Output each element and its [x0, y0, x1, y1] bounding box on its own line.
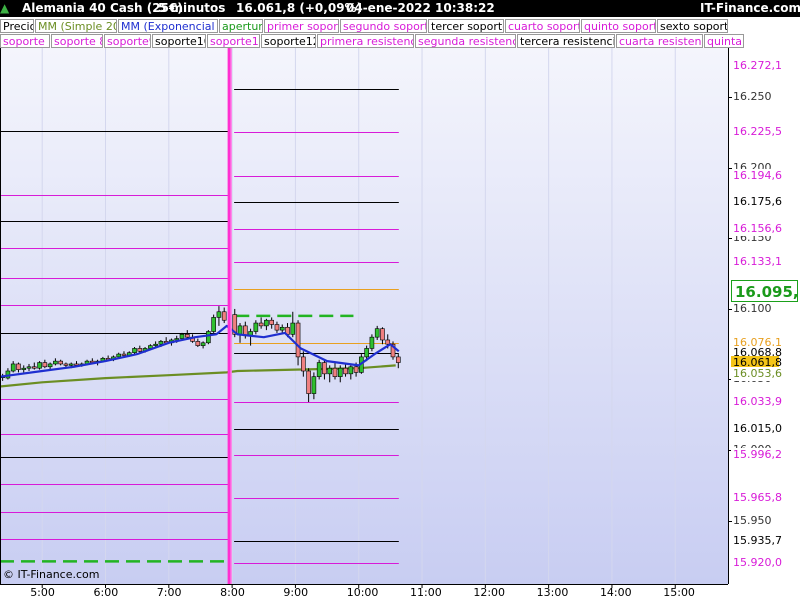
- x-tick-label: 11:00: [410, 586, 442, 599]
- candle-body: [21, 367, 27, 370]
- candle-body: [68, 363, 74, 366]
- session-open-marker: [227, 48, 232, 584]
- candle-body: [179, 334, 185, 339]
- candle-body: [184, 334, 190, 338]
- candle-body: [37, 362, 42, 369]
- candle-body: [16, 363, 21, 370]
- candle-body: [137, 348, 143, 352]
- candle-body: [116, 353, 122, 358]
- candle-body: [253, 322, 259, 332]
- candle-body: [274, 324, 280, 331]
- candle-body: [158, 341, 164, 345]
- candle-body: [53, 360, 58, 365]
- candle-body: [42, 362, 48, 368]
- candle-body: [327, 367, 333, 375]
- candle-body: [301, 356, 306, 372]
- x-tick-label: 14:00: [599, 586, 632, 599]
- price-level-label: 16.133,1: [731, 255, 782, 270]
- price-level-label: 16.175,6: [731, 195, 782, 210]
- candle-body: [58, 360, 63, 365]
- candle-body: [264, 319, 269, 327]
- price-level-label: 16.156,6: [731, 222, 782, 237]
- candle-body: [31, 366, 37, 369]
- candle-body: [290, 322, 296, 335]
- x-tick-label: 6:00: [93, 586, 119, 599]
- candle-body: [348, 366, 354, 375]
- candle-body: [10, 363, 16, 372]
- y-tick-label: 16.100: [733, 301, 772, 315]
- candle-body: [311, 376, 317, 394]
- x-tick-label: 13:00: [536, 586, 569, 599]
- last-price-tag: 16.095,1: [731, 280, 800, 302]
- candle-body: [385, 339, 391, 345]
- price-level-label: 15.935,7: [731, 533, 782, 548]
- x-tick-label: 5:00: [30, 586, 55, 599]
- price-chart[interactable]: [0, 0, 800, 600]
- candle-body: [121, 353, 127, 356]
- candle-body: [353, 366, 359, 373]
- candle-body: [279, 326, 285, 331]
- price-level-label: 16.225,5: [731, 124, 782, 139]
- candle-body: [295, 322, 301, 358]
- candle-body: [211, 317, 216, 332]
- candle-body: [195, 341, 201, 346]
- y-tick-label: 16.250: [733, 90, 772, 104]
- x-tick-label: 9:00: [283, 586, 309, 599]
- candle-body: [322, 362, 327, 375]
- candle-body: [374, 328, 380, 338]
- copyright-credit: © IT-Finance.com: [3, 568, 100, 581]
- candle-body: [269, 319, 274, 325]
- x-tick-label: 12:00: [473, 586, 506, 599]
- candle-body: [26, 366, 32, 369]
- candle-body: [369, 336, 375, 349]
- candle-body: [380, 328, 385, 341]
- candle-body: [316, 362, 322, 377]
- candle-body: [258, 322, 264, 327]
- candle-body: [216, 311, 222, 318]
- price-level-label: 16.053,6: [731, 367, 782, 382]
- candle-body: [132, 348, 137, 353]
- candle-body: [221, 311, 227, 321]
- x-tick-label: 7:00: [156, 586, 182, 599]
- price-level-label: 16.015,0: [731, 421, 782, 436]
- candle-body: [206, 331, 211, 344]
- candle-body: [395, 356, 401, 363]
- candle-body: [200, 342, 206, 346]
- x-tick-label: 10:00: [346, 586, 379, 599]
- candle-body: [306, 370, 311, 394]
- price-level-label: 15.965,8: [731, 491, 782, 506]
- candle-body: [343, 367, 348, 375]
- price-level-label: 15.920,0: [731, 555, 782, 570]
- price-level-label: 15.996,2: [731, 448, 782, 463]
- candle-body: [63, 363, 69, 366]
- x-tick-label: 15:00: [663, 586, 695, 599]
- price-level-label: 16.272,1: [731, 59, 782, 74]
- candle-body: [237, 325, 243, 335]
- x-tick-label: 8:00: [220, 586, 245, 599]
- price-level-label: 16.194,6: [731, 168, 782, 183]
- plot-background: [0, 48, 728, 584]
- candle-body: [364, 348, 369, 358]
- candle-body: [337, 367, 343, 377]
- price-level-label: 16.033,9: [731, 395, 782, 410]
- y-tick-label: 15.950: [733, 513, 772, 527]
- candle-body: [153, 343, 158, 346]
- candle-body: [47, 363, 53, 368]
- candle-body: [332, 367, 338, 377]
